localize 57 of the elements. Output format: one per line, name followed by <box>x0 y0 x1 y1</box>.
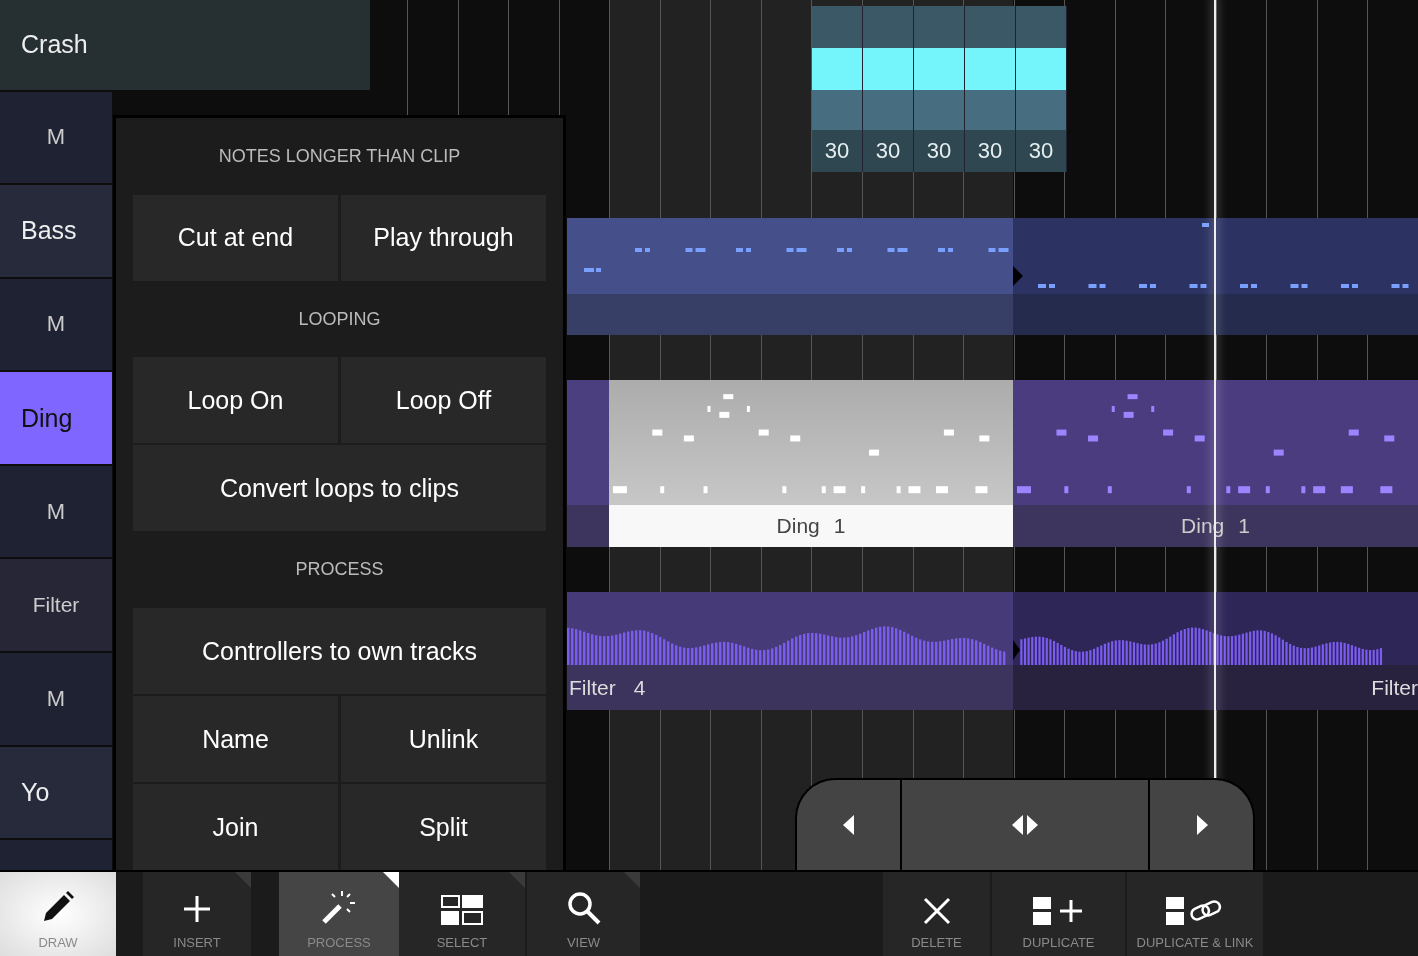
menu-button[interactable]: Unlink <box>341 696 546 782</box>
drum-clip-cell[interactable]: 30 <box>914 6 965 172</box>
left-triangle-icon <box>842 815 855 835</box>
menu-button[interactable]: Split <box>341 784 546 870</box>
duplicate-plus-icon <box>1032 897 1085 925</box>
nudge-right-button[interactable] <box>1150 780 1253 870</box>
mute-button[interactable]: M <box>0 465 112 558</box>
clip-name: Ding <box>776 514 820 538</box>
menu-button[interactable]: Name <box>133 696 338 782</box>
right-triangle-icon <box>1195 815 1208 835</box>
drum-clip-cell[interactable]: 30 <box>1016 6 1067 172</box>
menu-button[interactable]: Play through <box>341 194 546 281</box>
track-header[interactable]: Bass <box>0 185 112 277</box>
menu-button[interactable]: Loop Off <box>341 357 546 444</box>
close-icon <box>922 897 951 925</box>
nudge-left-button[interactable] <box>797 780 900 870</box>
magic-wand-icon <box>320 889 358 925</box>
clip-number: 1 <box>833 514 846 538</box>
section-heading: LOOPING <box>297 307 382 331</box>
track-header[interactable]: Yo <box>0 746 112 839</box>
automation-clip[interactable]: Filter 4 <box>567 592 1013 710</box>
section-heading: NOTES LONGER THAN CLIP <box>217 144 462 168</box>
automation-clip[interactable]: Filter <box>1013 592 1418 710</box>
track-header[interactable]: Filter <box>0 559 112 651</box>
mute-button[interactable]: M <box>0 652 112 745</box>
clip-number: 4 <box>633 675 646 700</box>
mute-button[interactable]: M <box>0 91 112 184</box>
drum-clip-cell[interactable]: 30 <box>863 6 914 172</box>
mute-button[interactable]: M <box>0 278 112 371</box>
layout-grid-icon <box>441 895 483 925</box>
tool-button[interactable]: VIEW <box>527 872 640 956</box>
tool-button[interactable]: DUPLICATE <box>992 872 1125 956</box>
bass-clip[interactable] <box>1013 218 1418 335</box>
search-icon <box>566 891 601 925</box>
tool-button[interactable]: INSERT <box>143 872 251 956</box>
midi-clip[interactable]: Ding 1 <box>609 380 1013 547</box>
track-header[interactable]: Ding <box>0 372 112 464</box>
clip-name: Filter <box>1371 675 1418 700</box>
bass-clip[interactable] <box>567 218 1013 335</box>
duplicate-link-icon <box>1166 897 1224 925</box>
left-right-triangles-icon <box>1010 815 1040 835</box>
menu-button[interactable]: Cut at end <box>133 194 338 281</box>
section-heading: PROCESS <box>294 558 385 582</box>
menu-button[interactable]: Join <box>133 784 338 870</box>
tool-button[interactable]: SELECT <box>399 872 525 956</box>
drum-clip-cell[interactable]: 30 <box>965 6 1016 172</box>
clip-number: 1 <box>1238 514 1250 538</box>
nudge-both-button[interactable] <box>902 780 1148 870</box>
track-header[interactable]: Crash <box>0 0 370 90</box>
plus-icon <box>181 893 213 925</box>
drum-clip-cell[interactable]: 30 <box>812 6 863 172</box>
menu-button[interactable]: Loop On <box>133 357 338 444</box>
menu-button[interactable]: Convert loops to clips <box>133 445 546 532</box>
menu-button[interactable]: Controllers to own tracks <box>133 608 546 694</box>
clip-name: Filter <box>569 675 616 700</box>
tool-button[interactable]: DELETE <box>883 872 990 956</box>
tool-button[interactable]: DUPLICATE & LINK <box>1127 872 1263 956</box>
